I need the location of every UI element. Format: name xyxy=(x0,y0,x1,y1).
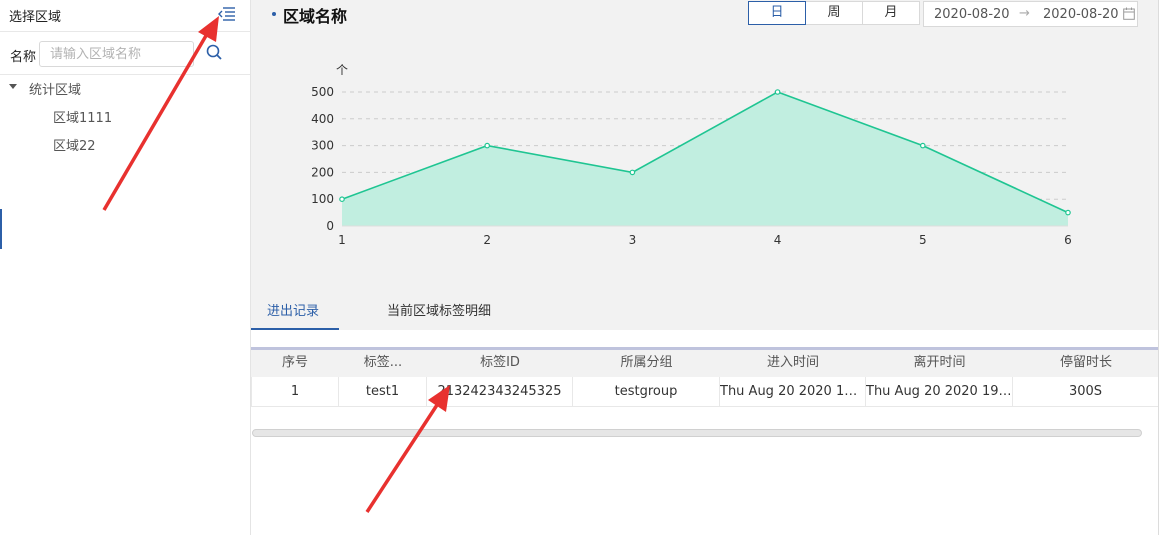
y-tick-label: 0 xyxy=(326,219,334,233)
x-tick-label: 1 xyxy=(338,233,346,247)
sidebar: 选择区域 名称 请输入区域名称 统计区域 区域1111 区域22 xyxy=(0,0,251,535)
column-header-tag-name[interactable]: 标签... xyxy=(339,350,427,377)
x-tick-label: 2 xyxy=(483,233,491,247)
caret-down-icon[interactable] xyxy=(9,84,17,89)
column-header-enter-time[interactable]: 进入时间 xyxy=(720,350,866,377)
y-tick-label: 500 xyxy=(311,85,334,99)
vertical-scrollbar[interactable] xyxy=(1158,0,1171,535)
column-header-tag-id[interactable]: 标签ID xyxy=(427,350,573,377)
collapse-sidebar-icon[interactable] xyxy=(215,5,237,23)
cell-group: testgroup xyxy=(573,377,720,407)
data-point xyxy=(919,142,926,149)
y-tick-label: 400 xyxy=(311,112,334,126)
area-chart: 个 0 100 200 300 400 500 1 2 3 4 5 6 xyxy=(311,63,1072,247)
data-point xyxy=(629,169,636,176)
table-header: 序号 标签... 标签ID 所属分组 进入时间 离开时间 停留时长 xyxy=(251,347,1159,377)
y-axis-unit-label: 个 xyxy=(336,63,348,77)
x-tick-label: 4 xyxy=(774,233,782,247)
date-end[interactable]: 2020-08-20 xyxy=(1043,7,1119,22)
horizontal-scrollbar[interactable] xyxy=(252,429,1142,437)
search-row: 名称 xyxy=(0,33,250,75)
cell-enter-time: Thu Aug 20 2020 19:... xyxy=(720,377,866,407)
data-point xyxy=(1065,209,1071,216)
main-panel: 区域名称 日 周 月 2020-08-20 → 2020-08-20 个 0 1… xyxy=(251,0,1171,535)
y-tick-label: 100 xyxy=(311,192,334,206)
sidebar-title: 选择区域 xyxy=(9,10,62,25)
records-table: 序号 标签... 标签ID 所属分组 进入时间 离开时间 停留时长 1 test… xyxy=(251,347,1159,437)
x-tick-label: 6 xyxy=(1064,233,1072,247)
cell-index: 1 xyxy=(251,377,339,407)
data-point xyxy=(339,196,345,203)
tree-node-child[interactable]: 区域22 xyxy=(53,135,96,154)
data-point xyxy=(484,142,491,149)
tab-tag-details[interactable]: 当前区域标签明细 xyxy=(387,300,491,319)
sidebar-active-indicator xyxy=(0,209,2,249)
search-input[interactable] xyxy=(39,41,194,67)
tree-root-label[interactable]: 统计区域 xyxy=(29,79,81,98)
table-panel: 序号 标签... 标签ID 所属分组 进入时间 离开时间 停留时长 1 test… xyxy=(251,330,1171,535)
tab-entry-exit-records[interactable]: 进出记录 xyxy=(267,300,319,319)
area-tree: 统计区域 区域1111 区域22 xyxy=(0,78,250,154)
y-tick-label: 200 xyxy=(311,165,334,179)
tab-bar: 进出记录 当前区域标签明细 xyxy=(251,290,1171,331)
calendar-icon[interactable] xyxy=(1123,7,1135,20)
title-bullet xyxy=(272,12,276,16)
column-header-duration[interactable]: 停留时长 xyxy=(1013,350,1159,377)
data-point xyxy=(774,89,781,95)
search-icon[interactable] xyxy=(205,43,225,63)
table-row[interactable]: 1 test1 213242343245325 testgroup Thu Au… xyxy=(251,377,1159,407)
x-tick-label: 5 xyxy=(919,233,927,247)
column-header-group[interactable]: 所属分组 xyxy=(573,350,720,377)
date-range-picker[interactable]: 2020-08-20 → 2020-08-20 xyxy=(923,1,1138,27)
tree-node-child[interactable]: 区域1111 xyxy=(53,107,112,126)
cell-leave-time: Thu Aug 20 2020 19:... xyxy=(866,377,1013,407)
cell-tag-name: test1 xyxy=(339,377,427,407)
column-header-index[interactable]: 序号 xyxy=(251,350,339,377)
column-header-leave-time[interactable]: 离开时间 xyxy=(866,350,1013,377)
period-button-week[interactable]: 周 xyxy=(805,1,863,25)
period-switch: 日 周 月 xyxy=(748,1,920,25)
sidebar-header: 选择区域 xyxy=(0,0,250,32)
date-start[interactable]: 2020-08-20 xyxy=(934,7,1010,22)
period-button-month[interactable]: 月 xyxy=(862,1,920,25)
y-tick-label: 300 xyxy=(311,139,334,153)
cell-tag-id: 213242343245325 xyxy=(427,377,573,407)
cell-duration: 300S xyxy=(1013,377,1159,407)
x-tick-label: 3 xyxy=(629,233,637,247)
tree-node-root[interactable]: 统计区域 xyxy=(0,78,250,98)
range-arrow: → xyxy=(1019,6,1030,21)
chart-panel: 区域名称 日 周 月 2020-08-20 → 2020-08-20 个 0 1… xyxy=(251,0,1171,330)
period-button-day[interactable]: 日 xyxy=(748,1,806,25)
page-title: 区域名称 xyxy=(283,7,348,26)
search-label: 名称 xyxy=(10,50,37,65)
